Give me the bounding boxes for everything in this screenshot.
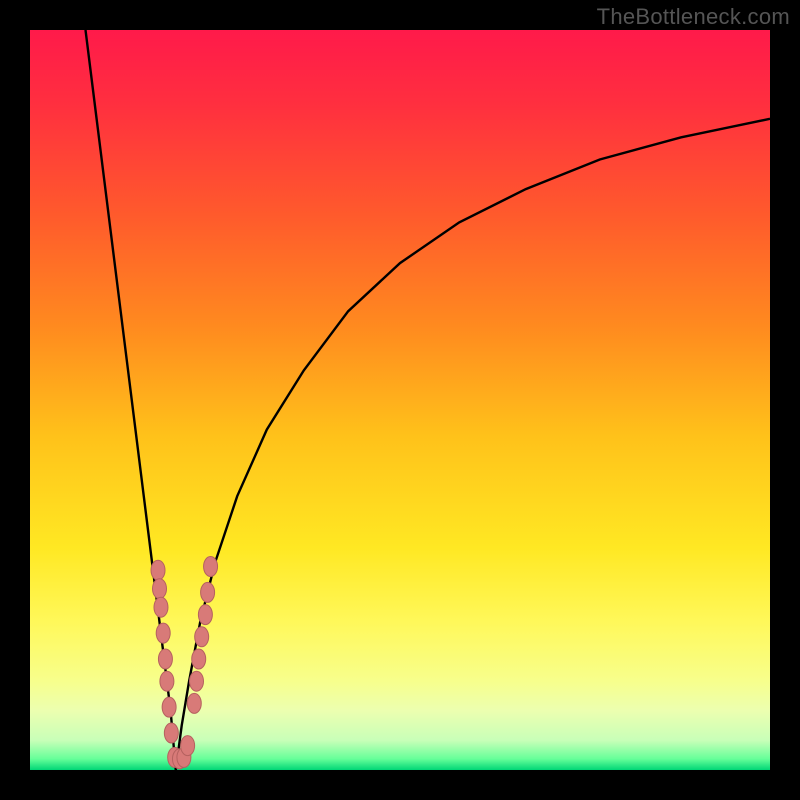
marker-group [151,557,218,769]
data-marker [151,560,165,580]
curve-layer [30,30,770,770]
data-marker [201,582,215,602]
plot-area [30,30,770,770]
data-marker [204,557,218,577]
data-marker [187,693,201,713]
data-marker [198,605,212,625]
data-marker [181,736,195,756]
data-marker [195,627,209,647]
data-marker [156,623,170,643]
data-marker [158,649,172,669]
data-marker [153,579,167,599]
curve-right-branch [176,119,770,770]
data-marker [192,649,206,669]
data-marker [190,671,204,691]
data-marker [164,723,178,743]
data-marker [162,697,176,717]
data-marker [160,671,174,691]
watermark-text: TheBottleneck.com [597,4,790,30]
chart-frame: TheBottleneck.com [0,0,800,800]
data-marker [154,597,168,617]
